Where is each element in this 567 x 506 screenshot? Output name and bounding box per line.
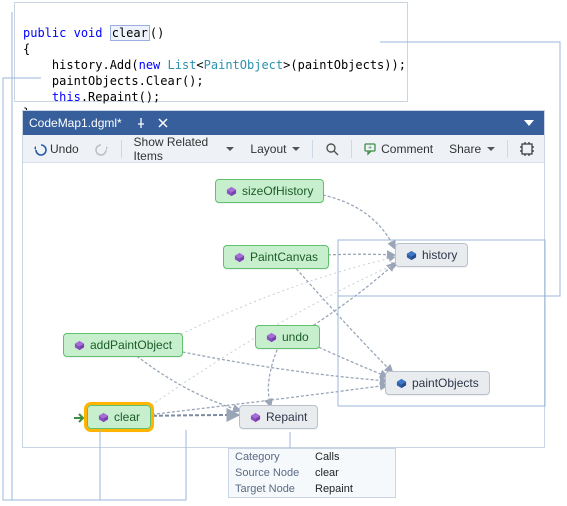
node-label: undo: [282, 330, 309, 344]
method-icon: [98, 412, 109, 423]
pin-icon[interactable]: [132, 114, 150, 132]
node-label: clear: [114, 410, 140, 424]
show-related-items-dropdown[interactable]: Show Related Items: [130, 138, 239, 160]
node-label: PaintCanvas: [250, 250, 318, 264]
code-line: paintObjects.Clear();: [23, 74, 204, 88]
node-label: sizeOfHistory: [242, 184, 313, 198]
method-parens: (): [150, 26, 164, 40]
edge-tooltip: CategoryCalls Source Nodeclear Target No…: [228, 448, 396, 498]
node-label: addPaintObject: [90, 338, 172, 352]
method-icon: [266, 332, 277, 343]
show-related-label: Show Related Items: [134, 135, 221, 163]
method-name-highlight[interactable]: clear: [110, 25, 150, 41]
undo-label: Undo: [50, 142, 79, 156]
node-sizeofhistory[interactable]: sizeOfHistory: [215, 179, 324, 203]
share-label: Share: [449, 142, 481, 156]
tooltip-key: Target Node: [235, 483, 315, 495]
keyword-void: void: [74, 26, 103, 40]
code-line: <: [196, 58, 203, 72]
node-paintobjects[interactable]: paintObjects: [385, 371, 490, 395]
node-clear[interactable]: clear: [87, 405, 151, 429]
keyword-this: this: [52, 90, 81, 104]
codemap-titlebar[interactable]: CodeMap1.dgml*: [23, 111, 544, 135]
code-line: history.Add(: [23, 58, 139, 72]
type-list: List: [168, 58, 197, 72]
tooltip-value: clear: [315, 467, 339, 479]
method-icon: [74, 340, 85, 351]
codemap-canvas[interactable]: sizeOfHistory PaintCanvas addPaintObject…: [23, 163, 544, 447]
field-icon: [406, 250, 417, 261]
node-repaint[interactable]: Repaint: [239, 405, 318, 429]
find-button[interactable]: [321, 138, 343, 160]
code-line: .Repaint();: [81, 90, 160, 104]
keyword-public: public: [23, 26, 66, 40]
tooltip-value: Calls: [315, 451, 339, 463]
layout-dropdown[interactable]: Layout: [246, 138, 304, 160]
tooltip-key: Category: [235, 451, 315, 463]
node-label: paintObjects: [412, 376, 479, 390]
node-history[interactable]: history: [395, 243, 468, 267]
method-icon: [226, 186, 237, 197]
close-icon[interactable]: [154, 114, 172, 132]
comment-button[interactable]: + Comment: [360, 138, 437, 160]
node-addpaintobject[interactable]: addPaintObject: [63, 333, 183, 357]
window-menu-icon[interactable]: [520, 114, 538, 132]
field-icon: [396, 378, 407, 389]
code-line: >(paintObjects));: [283, 58, 406, 72]
code-snippet-panel: public void clear() { history.Add(new Li…: [14, 2, 408, 102]
entry-arrow-icon: [73, 412, 83, 422]
zoom-fit-button[interactable]: [516, 138, 538, 160]
comment-label: Comment: [381, 142, 433, 156]
undo-button[interactable]: Undo: [29, 138, 83, 160]
layout-label: Layout: [250, 142, 286, 156]
node-undo[interactable]: undo: [255, 325, 320, 349]
tooltip-key: Source Node: [235, 467, 315, 479]
codemap-toolbar: Undo Show Related Items Layout + Comment…: [23, 135, 544, 163]
codemap-window: CodeMap1.dgml* Undo Show Related Items L…: [22, 110, 545, 448]
share-dropdown[interactable]: Share: [445, 138, 499, 160]
svg-text:+: +: [368, 144, 372, 151]
node-label: Repaint: [266, 410, 307, 424]
redo-button[interactable]: [91, 138, 113, 160]
brace-open: {: [23, 42, 30, 56]
node-label: history: [422, 248, 457, 262]
code-line: [160, 58, 167, 72]
method-icon: [234, 252, 245, 263]
codemap-title: CodeMap1.dgml*: [29, 116, 122, 130]
keyword-new: new: [139, 58, 161, 72]
method-icon: [250, 412, 261, 423]
type-paintobject: PaintObject: [204, 58, 283, 72]
tooltip-value: Repaint: [315, 483, 353, 495]
node-paintcanvas[interactable]: PaintCanvas: [223, 245, 329, 269]
